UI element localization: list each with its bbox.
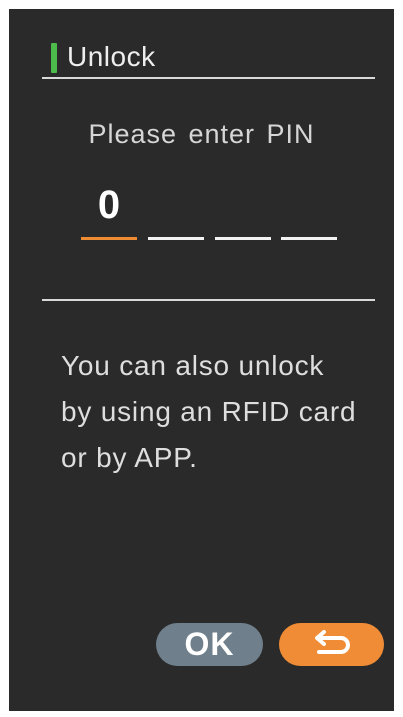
pin-prompt: Please enter PIN bbox=[88, 119, 315, 149]
pin-digit-2-underline bbox=[148, 237, 204, 240]
unlock-screen: Unlock Please enter PIN 0 You can also u… bbox=[9, 9, 394, 711]
header-accent-bar bbox=[51, 43, 57, 73]
pin-divider bbox=[42, 299, 375, 301]
info-line-1: You can also unlock bbox=[61, 350, 325, 381]
pin-digit-4-underline bbox=[281, 237, 337, 240]
pin-digit-2[interactable] bbox=[148, 179, 204, 241]
back-button[interactable] bbox=[279, 623, 384, 666]
ok-button[interactable]: OK bbox=[156, 623, 263, 666]
pin-digit-1[interactable]: 0 bbox=[81, 179, 137, 241]
pin-digit-3-underline bbox=[215, 237, 271, 240]
info-line-3: or by APP. bbox=[61, 442, 198, 473]
pin-digit-4[interactable] bbox=[281, 179, 337, 241]
return-arrow-icon bbox=[309, 629, 355, 660]
unlock-info-text: You can also unlock by using an RFID car… bbox=[61, 343, 381, 481]
info-line-2: by using an RFID card bbox=[61, 396, 357, 427]
pin-digit-1-underline bbox=[81, 237, 137, 240]
pin-digit-1-value: 0 bbox=[97, 183, 121, 227]
header-divider bbox=[42, 77, 375, 79]
pin-digit-3[interactable] bbox=[215, 179, 271, 241]
page-title: Unlock bbox=[67, 41, 156, 72]
